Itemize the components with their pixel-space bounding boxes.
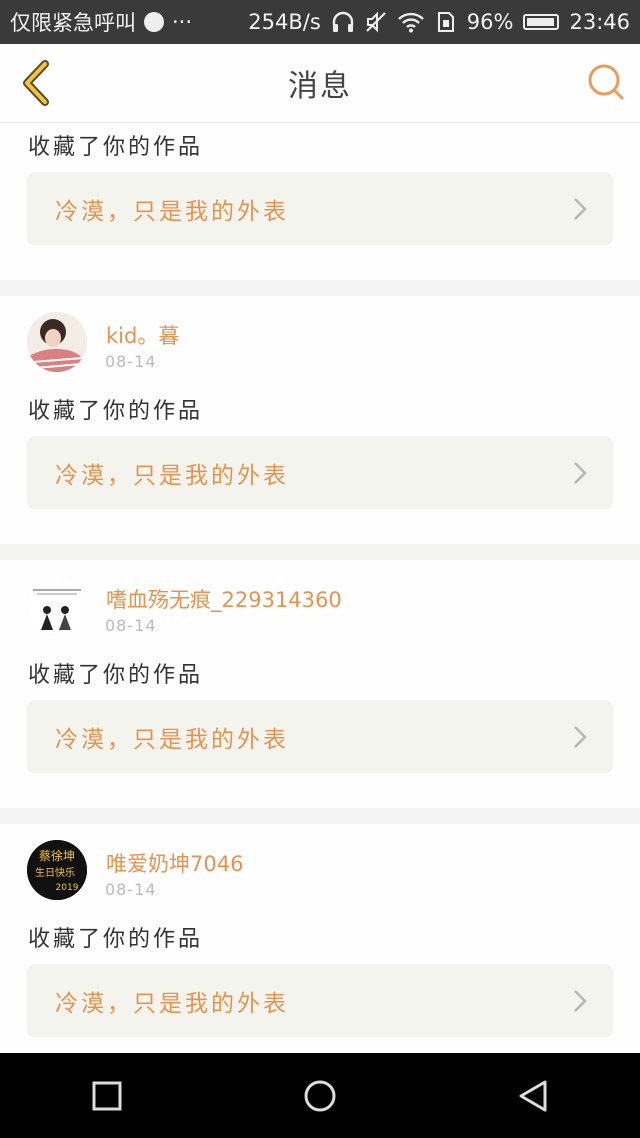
search-icon: [588, 64, 624, 100]
message-date: 08-14: [105, 880, 157, 899]
work-title: 冷漠，只是我的外表: [55, 199, 289, 225]
avatar[interactable]: 蔡徐坤 生日快乐 2019: [27, 840, 87, 900]
work-link[interactable]: 冷漠，只是我的外表: [27, 701, 613, 773]
chevron-right-icon: [574, 198, 587, 220]
message-date: 08-14: [105, 352, 157, 371]
message-card: 蔡徐坤 生日快乐 2019 唯爱奶坤7046 08-14 收藏了你的作品 冷漠，…: [0, 824, 640, 1053]
search-button[interactable]: [586, 62, 626, 102]
chevron-right-icon: [574, 462, 587, 484]
avatar[interactable]: [27, 312, 87, 372]
mute-icon: [365, 11, 387, 33]
clock: 23:46: [569, 10, 630, 34]
triangle-back-icon: [519, 1080, 547, 1111]
chevron-right-icon: [574, 990, 587, 1012]
avatar-text-line3: 2019: [56, 883, 79, 893]
message-card: kid。暮 08-14 收藏了你的作品 冷漠，只是我的外表: [0, 296, 640, 544]
message-action: 收藏了你的作品: [28, 135, 204, 160]
home-button[interactable]: [280, 1066, 360, 1126]
message-card: 08-14 收藏了你的作品 冷漠，只是我的外表: [0, 123, 640, 280]
carrier-text: 仅限紧急呼叫: [10, 11, 136, 35]
more-notifications-icon: ···: [172, 10, 193, 34]
headphones-icon: [331, 11, 355, 33]
username[interactable]: 唯爱奶坤7046: [106, 848, 243, 878]
battery-icon: [523, 14, 560, 30]
work-title: 冷漠，只是我的外表: [55, 463, 289, 489]
system-back-button[interactable]: [493, 1066, 573, 1126]
status-bar: 仅限紧急呼叫 ··· 254B/s 96% 23:46: [0, 0, 640, 44]
work-title: 冷漠，只是我的外表: [55, 727, 289, 753]
username[interactable]: 嗜血殇无痕_229314360: [106, 584, 342, 614]
back-button[interactable]: [14, 58, 58, 108]
globe-icon: [144, 12, 164, 32]
sim-icon: [435, 11, 457, 33]
avatar-text-line1: 蔡徐坤: [39, 848, 75, 863]
message-date: 08-14: [105, 616, 157, 635]
work-link[interactable]: 冷漠，只是我的外表: [27, 173, 613, 245]
avatar[interactable]: [27, 576, 87, 636]
square-icon: [92, 1081, 122, 1110]
battery-percent: 96%: [466, 10, 514, 34]
work-title: 冷漠，只是我的外表: [55, 991, 289, 1017]
message-action: 收藏了你的作品: [28, 663, 204, 688]
system-nav-bar: [0, 1053, 640, 1138]
wifi-icon: [397, 11, 425, 33]
username[interactable]: kid。暮: [106, 320, 179, 350]
work-link[interactable]: 冷漠，只是我的外表: [27, 437, 613, 509]
message-list[interactable]: 08-14 收藏了你的作品 冷漠，只是我的外表 kid。暮 08-14: [0, 123, 640, 1053]
message-card: 嗜血殇无痕_229314360 08-14 收藏了你的作品 冷漠，只是我的外表: [0, 560, 640, 808]
recent-apps-button[interactable]: [67, 1066, 147, 1126]
message-action: 收藏了你的作品: [28, 399, 204, 424]
circle-icon: [304, 1080, 336, 1111]
chevron-left-icon: [23, 60, 49, 106]
page-title: 消息: [288, 69, 352, 104]
app-header: 消息: [0, 44, 640, 123]
chevron-right-icon: [574, 726, 587, 748]
avatar-text-line2: 生日快乐: [35, 866, 75, 879]
message-action: 收藏了你的作品: [28, 927, 204, 952]
network-speed: 254B/s: [248, 10, 321, 34]
work-link[interactable]: 冷漠，只是我的外表: [27, 965, 613, 1037]
